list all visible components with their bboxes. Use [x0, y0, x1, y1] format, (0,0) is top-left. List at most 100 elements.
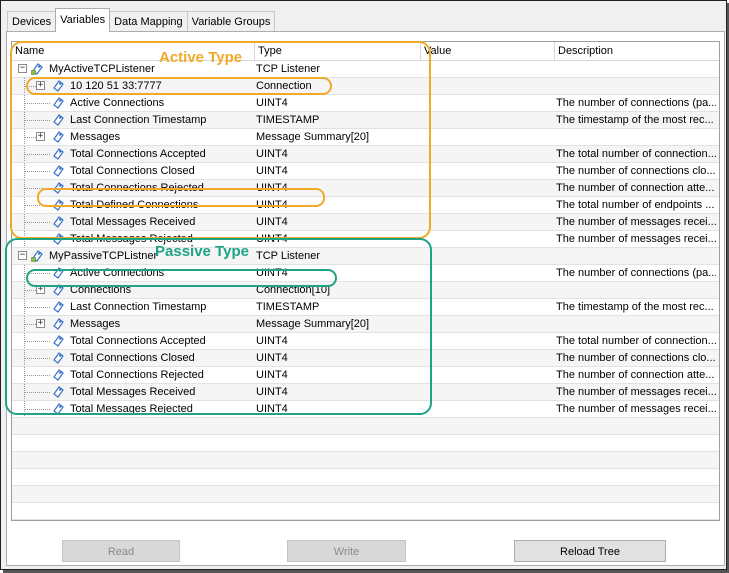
empty-row [12, 469, 719, 486]
tree-connector [24, 324, 36, 325]
variable-icon [52, 215, 65, 228]
tree-row[interactable]: Last Connection Timestamp TIMESTAMP The ti… [12, 112, 719, 129]
tree-row[interactable]: + Messages Message Summary[20] [12, 129, 719, 146]
variable-name: Total Connections Closed [70, 352, 195, 364]
variable-type: UINT4 [256, 182, 288, 194]
tree-row[interactable]: Total Messages Rejected UINT4 The number o… [12, 401, 719, 418]
passive-type-annotation-label: Passive Type [155, 243, 249, 260]
variable-value [422, 95, 554, 111]
tree-connector [24, 239, 50, 240]
tree-connector [24, 120, 50, 121]
name-cell: Total Connections Closed [12, 163, 255, 179]
column-header-type[interactable]: Type [255, 42, 421, 60]
tree-connector [24, 86, 36, 87]
variable-type: Message Summary[20] [256, 318, 370, 330]
tree-row[interactable]: Active Connections UINT4 The number of con… [12, 265, 719, 282]
tree-connector [24, 299, 25, 315]
variables-window: Devices Variables Data Mapping Variable Gro… [0, 0, 727, 570]
name-cell: +10 120 51 33:7777 [12, 78, 255, 94]
variable-icon [52, 300, 65, 313]
tab-data-mapping[interactable]: Data Mapping [109, 11, 188, 32]
name-cell: Active Connections [12, 95, 255, 111]
variable-description: The number of messages recei... [556, 386, 716, 398]
variable-type: Message Summary[20] [256, 131, 370, 143]
variable-description: The number of messages recei... [556, 403, 716, 415]
collapse-icon[interactable]: − [18, 251, 27, 260]
variable-name: Last Connection Timestamp [70, 301, 207, 313]
name-cell: Total Messages Received [12, 214, 255, 230]
expand-icon[interactable]: + [36, 285, 45, 294]
tree-connector [24, 188, 50, 189]
tree-row[interactable]: Total Connections Accepted UINT4 The total… [12, 146, 719, 163]
variable-icon [52, 283, 65, 296]
expand-icon[interactable]: + [36, 81, 45, 90]
tree-connector [24, 384, 25, 400]
variable-icon [52, 368, 65, 381]
tree-connector [24, 103, 50, 104]
name-cell: Active Connections [12, 265, 255, 281]
tree-row[interactable]: Total Defined Connections UINT4 The total … [12, 197, 719, 214]
active-type-annotation-label: Active Type [159, 49, 243, 66]
expand-icon[interactable]: + [36, 132, 45, 141]
tree-row[interactable]: + Messages Message Summary[20] [12, 316, 719, 333]
variable-description: The total number of endpoints ... [556, 199, 715, 211]
variable-type: Connection [256, 80, 312, 92]
reload-tree-button[interactable]: Reload Tree [514, 540, 666, 562]
name-cell: Total Connections Accepted [12, 146, 255, 162]
column-header-value[interactable]: Value [421, 42, 555, 60]
tree-row[interactable]: Total Connections Rejected UINT4 The numbe… [12, 367, 719, 384]
variable-value [422, 367, 554, 383]
tree-row[interactable]: +10 120 51 33:7777 Connection [12, 78, 719, 95]
empty-row [12, 486, 719, 503]
variable-name: Total Connections Accepted [70, 148, 206, 160]
write-button[interactable]: Write [287, 540, 406, 562]
read-button[interactable]: Read [62, 540, 180, 562]
tree-connector [24, 392, 50, 393]
tree-connector [24, 154, 50, 155]
variable-name: Active Connections [70, 97, 165, 109]
variable-icon [52, 164, 65, 177]
tree-row[interactable]: Total Messages Received UINT4 The number o… [12, 214, 719, 231]
tree-connector [24, 180, 25, 196]
variable-description [556, 316, 716, 332]
variable-name: MyPassiveTCPListner [49, 250, 158, 262]
variable-description: The number of connections clo... [556, 352, 716, 364]
tree-row[interactable]: Total Connections Accepted UINT4 The total… [12, 333, 719, 350]
variable-type: TCP Listener [256, 63, 320, 75]
variable-name: Total Messages Rejected [70, 403, 193, 415]
tree-row[interactable]: Total Connections Closed UINT4 The number … [12, 163, 719, 180]
variable-icon [52, 130, 65, 143]
name-cell: Total Connections Accepted [12, 333, 255, 349]
variable-name: Total Defined Connections [70, 199, 199, 211]
tab-variable-groups[interactable]: Variable Groups [186, 11, 276, 32]
tree-row[interactable]: Total Messages Rejected UINT4 The number o… [12, 231, 719, 248]
variable-icon [52, 266, 65, 279]
grid-rows: − MyActiveTCPListener TCP Listener +10 120 … [12, 61, 719, 520]
variable-description [556, 248, 716, 264]
variable-value [422, 180, 554, 196]
tree-row[interactable]: Total Connections Rejected UINT4 The numbe… [12, 180, 719, 197]
empty-row [12, 503, 719, 520]
variable-description: The number of connections clo... [556, 165, 716, 177]
variable-icon [52, 232, 65, 245]
variable-description [556, 129, 716, 145]
variable-type: UINT4 [256, 352, 288, 364]
tab-bar: Devices Variables Data Mapping Variable Gro… [7, 8, 276, 32]
variable-icon [52, 334, 65, 347]
tab-variables[interactable]: Variables [55, 8, 111, 32]
tree-row[interactable]: Last Connection Timestamp TIMESTAMP The ti… [12, 299, 719, 316]
tree-row[interactable]: − MyActiveTCPListener TCP Listener [12, 61, 719, 78]
tree-row[interactable]: Total Connections Closed UINT4 The number … [12, 350, 719, 367]
variable-name: Messages [70, 318, 121, 330]
expand-icon[interactable]: + [36, 319, 45, 328]
variable-type: UINT4 [256, 216, 288, 228]
tab-devices[interactable]: Devices [7, 11, 57, 32]
tree-connector [24, 214, 25, 230]
tree-row[interactable]: − MyPassiveTCPListner TCP Listener [12, 248, 719, 265]
column-header-description[interactable]: Description [555, 42, 719, 60]
collapse-icon[interactable]: − [18, 64, 27, 73]
tree-row[interactable]: + Connections Connection[10] [12, 282, 719, 299]
tree-row[interactable]: Total Messages Received UINT4 The number o… [12, 384, 719, 401]
variable-value [422, 61, 554, 77]
tree-row[interactable]: Active Connections UINT4 The number of con… [12, 95, 719, 112]
